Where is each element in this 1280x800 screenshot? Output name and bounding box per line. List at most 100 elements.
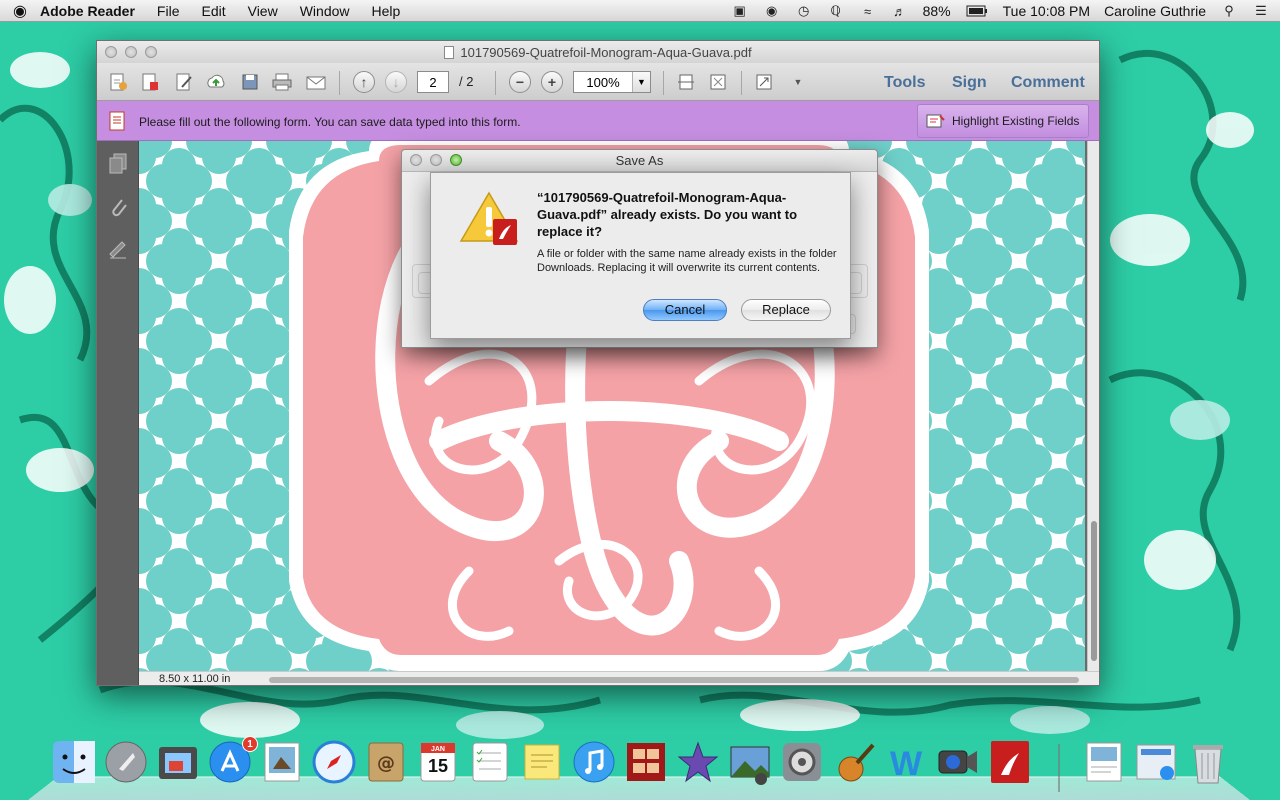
- menu-help[interactable]: Help: [372, 3, 401, 19]
- drive-icon[interactable]: ▣: [731, 3, 749, 19]
- sign-link[interactable]: Sign: [952, 74, 987, 92]
- system-preferences-icon[interactable]: [778, 738, 826, 786]
- scrollbar-thumb[interactable]: [1091, 521, 1097, 661]
- dock-separator: [1058, 744, 1060, 792]
- menu-app-name[interactable]: Adobe Reader: [40, 3, 135, 19]
- menu-view[interactable]: View: [248, 3, 278, 19]
- toolbar-separator: [741, 71, 742, 95]
- facetime-icon[interactable]: [934, 738, 982, 786]
- fit-page-icon[interactable]: [705, 70, 731, 94]
- attachments-icon[interactable]: [106, 195, 130, 219]
- print-icon[interactable]: [269, 70, 295, 94]
- export-pdf-icon[interactable]: [137, 70, 163, 94]
- next-page-button[interactable]: ↓: [385, 71, 407, 93]
- wifi-icon[interactable]: ≈: [859, 3, 877, 19]
- finder-icon[interactable]: [50, 738, 98, 786]
- safari-icon[interactable]: [310, 738, 358, 786]
- word-icon[interactable]: W: [882, 738, 930, 786]
- photo-booth-icon[interactable]: [622, 738, 670, 786]
- cloud-upload-icon[interactable]: [203, 70, 229, 94]
- status-bar: 8.50 x 11.00 in: [139, 671, 1099, 685]
- svg-text:W: W: [890, 745, 923, 783]
- iphoto-icon[interactable]: [726, 738, 774, 786]
- edit-pdf-icon[interactable]: [171, 70, 197, 94]
- calendar-icon[interactable]: JAN 15: [414, 738, 462, 786]
- menu-file[interactable]: File: [157, 3, 180, 19]
- window-close-button[interactable]: [105, 46, 117, 58]
- notification-center-icon[interactable]: ☰: [1252, 3, 1270, 19]
- create-pdf-icon[interactable]: [105, 70, 131, 94]
- alert-message: A file or folder with the same name alre…: [537, 248, 837, 274]
- window-controls: [105, 46, 165, 58]
- previous-page-button[interactable]: ↑: [353, 71, 375, 93]
- time-machine-icon[interactable]: ◷: [795, 3, 813, 19]
- save-icon[interactable]: [237, 70, 263, 94]
- window-zoom-button[interactable]: [145, 46, 157, 58]
- downloads-stack-icon[interactable]: [1080, 738, 1128, 786]
- save-as-title: Save As: [402, 150, 877, 172]
- page-number-input[interactable]: [417, 71, 449, 93]
- reminders-icon[interactable]: [466, 738, 514, 786]
- battery-icon[interactable]: [965, 3, 989, 19]
- vertical-scrollbar[interactable]: [1087, 141, 1099, 671]
- highlight-fields-icon: [926, 114, 945, 128]
- menu-clock[interactable]: Tue 10:08 PM: [1003, 3, 1090, 19]
- menu-bar-status-area: ▣ ◉ ◷ ℚ ≈ ♬ 88% Tue 10:08 PM Caroline Gu…: [717, 0, 1270, 22]
- chevron-down-icon: ▼: [632, 72, 650, 92]
- trash-icon[interactable]: [1184, 738, 1232, 786]
- app-store-icon[interactable]: 1: [206, 736, 258, 786]
- stickies-icon[interactable]: [518, 738, 566, 786]
- image-capture-icon[interactable]: [154, 738, 202, 786]
- calendar-day: 15: [427, 756, 449, 776]
- toolbar-separator: [663, 71, 664, 95]
- imovie-icon[interactable]: [674, 738, 722, 786]
- garageband-icon[interactable]: [830, 738, 878, 786]
- window-minimize-button[interactable]: [125, 46, 137, 58]
- activity-icon[interactable]: ◉: [763, 3, 781, 19]
- menu-window[interactable]: Window: [300, 3, 350, 19]
- launchpad-icon[interactable]: [102, 738, 150, 786]
- contacts-icon[interactable]: @: [362, 738, 410, 786]
- page-thumbnails-icon[interactable]: [106, 151, 130, 175]
- menu-user[interactable]: Caroline Guthrie: [1104, 3, 1206, 19]
- dialog-close-button[interactable]: [410, 154, 422, 166]
- form-message-bar: Please fill out the following form. You …: [97, 101, 1099, 141]
- fit-width-icon[interactable]: [673, 70, 699, 94]
- spotlight-search-icon[interactable]: ⚲: [1220, 3, 1238, 19]
- tools-link[interactable]: Tools: [884, 74, 925, 92]
- volume-icon[interactable]: ♬: [891, 3, 909, 19]
- horizontal-scrollbar[interactable]: [269, 677, 1079, 683]
- zoom-out-button[interactable]: −: [509, 71, 531, 93]
- itunes-icon[interactable]: [570, 738, 618, 786]
- dialog-window-controls: [410, 154, 470, 166]
- app-store-badge: 1: [242, 736, 258, 752]
- menu-edit[interactable]: Edit: [201, 3, 225, 19]
- page-size-label: 8.50 x 11.00 in: [159, 673, 231, 685]
- signatures-icon[interactable]: [106, 237, 130, 261]
- document-icon: [444, 45, 455, 59]
- warning-icon: [459, 191, 519, 245]
- apple-menu-icon[interactable]: ◉: [0, 1, 40, 21]
- window-title-bar[interactable]: 101790569-Quatrefoil-Monogram-Aqua-Guava…: [97, 41, 1099, 63]
- documents-stack-icon[interactable]: [1132, 738, 1180, 786]
- menu-bar: ◉ Adobe Reader File Edit View Window Hel…: [0, 0, 1280, 22]
- navigation-pane: [97, 141, 139, 685]
- toolbar-overflow-icon[interactable]: ▼: [785, 70, 811, 94]
- dialog-zoom-button[interactable]: [450, 154, 462, 166]
- replace-button[interactable]: Replace: [741, 299, 831, 321]
- cancel-button[interactable]: Cancel: [643, 299, 727, 321]
- adobe-reader-icon[interactable]: [986, 738, 1034, 786]
- dialog-minimize-button[interactable]: [430, 154, 442, 166]
- email-icon[interactable]: [303, 70, 329, 94]
- zoom-in-button[interactable]: +: [541, 71, 563, 93]
- comment-link[interactable]: Comment: [1011, 74, 1085, 92]
- preview-icon[interactable]: [258, 738, 306, 786]
- zoom-select[interactable]: 100% ▼: [573, 71, 651, 93]
- full-screen-icon[interactable]: [751, 70, 777, 94]
- bluetooth-icon[interactable]: ℚ: [827, 3, 845, 19]
- battery-percent[interactable]: 88%: [923, 3, 951, 19]
- replace-file-alert: “101790569-Quatrefoil-Monogram-Aqua-Guav…: [430, 172, 851, 339]
- highlight-fields-button[interactable]: Highlight Existing Fields: [917, 104, 1089, 138]
- alert-title: “101790569-Quatrefoil-Monogram-Aqua-Guav…: [537, 190, 798, 239]
- zoom-value: 100%: [586, 74, 620, 90]
